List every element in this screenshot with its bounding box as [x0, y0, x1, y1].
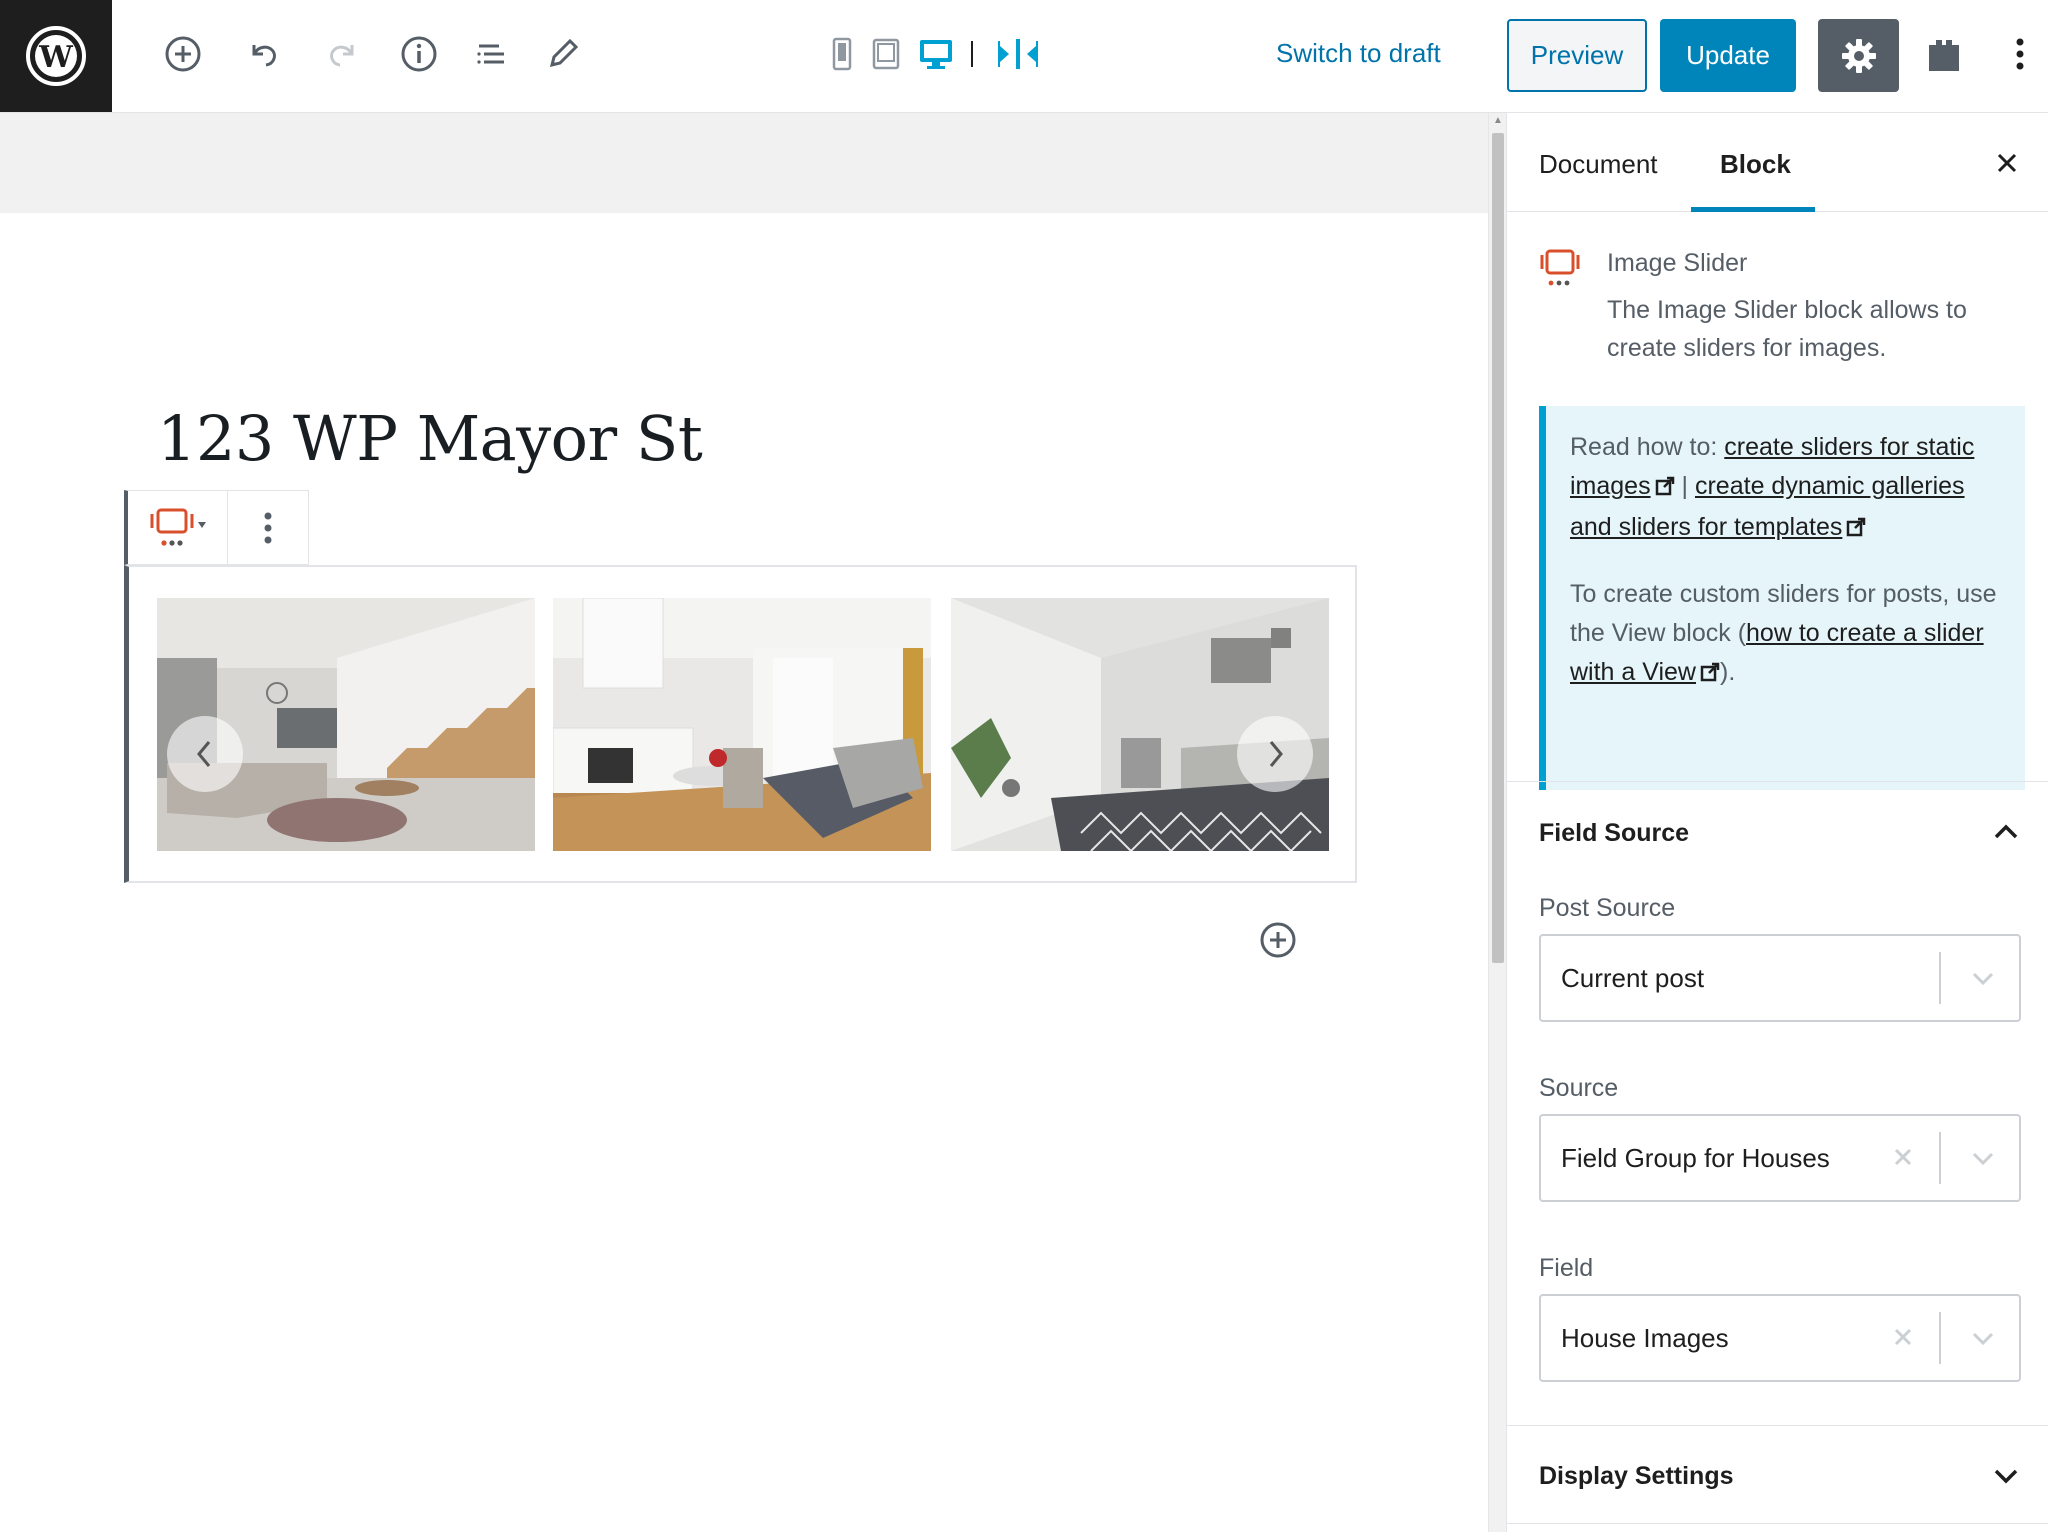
- image-slider-icon: [1539, 247, 1583, 298]
- list-view-icon[interactable]: [467, 30, 515, 78]
- active-tab-indicator: [1691, 207, 1815, 212]
- editor-top-strip: [0, 113, 1488, 213]
- notice-read-how: Read how to:: [1570, 433, 1725, 461]
- slide-image: [157, 598, 535, 851]
- image-slider-block[interactable]: [124, 565, 1357, 883]
- chevron-down-icon[interactable]: [1991, 1461, 2021, 1491]
- display-settings-panel-toggle[interactable]: Display Settings: [1539, 1462, 1734, 1491]
- redo-icon[interactable]: [319, 30, 367, 78]
- toolbar-divider: [960, 30, 984, 78]
- close-icon[interactable]: [1989, 145, 2025, 181]
- panel-divider: [1507, 781, 2048, 782]
- desktop-preview-icon[interactable]: [912, 30, 960, 78]
- field-select[interactable]: House Images: [1539, 1294, 2021, 1382]
- block-switcher-button[interactable]: [128, 491, 228, 564]
- add-block-icon[interactable]: [159, 30, 207, 78]
- block-library-icon[interactable]: [1920, 30, 1968, 78]
- post-source-value: Current post: [1561, 963, 1705, 993]
- post-title[interactable]: 123 WP Mayor St: [157, 402, 703, 475]
- inline-add-block-icon[interactable]: [1258, 920, 1298, 960]
- tab-block[interactable]: Block: [1720, 149, 1791, 180]
- notice-closing: ).: [1720, 658, 1736, 686]
- chevron-down-icon[interactable]: [1969, 1144, 1997, 1177]
- source-select[interactable]: Field Group for Houses: [1539, 1114, 2021, 1202]
- sidebar-tabs: Document Block: [1507, 113, 2048, 212]
- tab-document[interactable]: Document: [1539, 149, 1658, 180]
- editor-header: W Switch to draft Preview Update: [0, 0, 2048, 113]
- select-separator: [1939, 1132, 1941, 1184]
- edit-tools-icon[interactable]: [539, 30, 587, 78]
- editor-scrollbar[interactable]: ▲: [1488, 113, 1506, 1532]
- clear-icon[interactable]: [1887, 1141, 1919, 1173]
- scrollbar-thumb[interactable]: [1492, 133, 1504, 963]
- post-source-label: Post Source: [1539, 894, 1676, 922]
- tablet-preview-icon[interactable]: [862, 30, 910, 78]
- column-width-icon[interactable]: [994, 30, 1042, 78]
- external-link-icon: [1700, 655, 1720, 694]
- field-source-panel-toggle[interactable]: Field Source: [1539, 819, 1689, 848]
- clear-icon[interactable]: [1887, 1321, 1919, 1353]
- select-separator: [1939, 952, 1941, 1004]
- source-label: Source: [1539, 1074, 1619, 1102]
- slider-next-arrow[interactable]: [1237, 716, 1313, 792]
- field-value: House Images: [1561, 1323, 1729, 1353]
- notice-separator: |: [1674, 472, 1695, 500]
- slide-image: [951, 598, 1329, 851]
- scroll-up-arrow-icon[interactable]: ▲: [1492, 115, 1504, 127]
- chevron-down-icon[interactable]: [1969, 964, 1997, 997]
- undo-icon[interactable]: [239, 30, 287, 78]
- block-card-title: Image Slider: [1607, 249, 1748, 277]
- settings-sidebar: Document Block Image Slider The Image Sl…: [1506, 113, 2048, 1532]
- switch-to-draft-button[interactable]: Switch to draft: [1276, 38, 1441, 69]
- panel-divider: [1507, 1425, 2048, 1426]
- preview-button[interactable]: Preview: [1507, 19, 1647, 92]
- block-card-description: The Image Slider block allows to create …: [1607, 296, 1967, 362]
- svg-text:W: W: [38, 40, 74, 75]
- external-link-icon: [1846, 510, 1866, 549]
- help-notice: Read how to: create sliders for static i…: [1539, 406, 2025, 790]
- chevron-down-icon[interactable]: [1969, 1324, 1997, 1357]
- panel-divider: [1507, 1523, 2048, 1524]
- slider-prev-arrow[interactable]: [167, 716, 243, 792]
- block-toolbar: [124, 490, 309, 565]
- more-options-icon[interactable]: [1996, 30, 2044, 78]
- wordpress-logo-icon[interactable]: W: [0, 0, 112, 112]
- post-source-select[interactable]: Current post: [1539, 934, 2021, 1022]
- block-more-options-icon[interactable]: [228, 491, 308, 564]
- source-value: Field Group for Houses: [1561, 1143, 1830, 1173]
- gear-icon[interactable]: [1818, 19, 1899, 92]
- external-link-icon: [1655, 469, 1675, 508]
- chevron-up-icon[interactable]: [1991, 817, 2021, 847]
- select-separator: [1939, 1312, 1941, 1364]
- field-label: Field: [1539, 1254, 1594, 1282]
- mobile-preview-icon[interactable]: [818, 30, 866, 78]
- update-button[interactable]: Update: [1660, 19, 1796, 92]
- info-icon[interactable]: [395, 30, 443, 78]
- slide-image: [553, 598, 931, 851]
